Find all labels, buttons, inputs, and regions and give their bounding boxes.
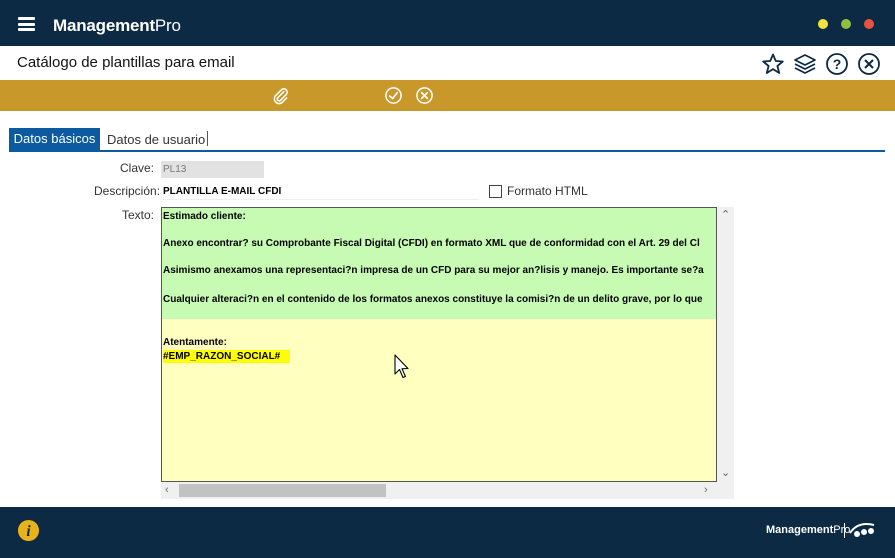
formato-html-checkbox[interactable] <box>489 185 502 198</box>
clave-field: PL13 <box>161 161 264 178</box>
tab-separator <box>207 131 208 146</box>
editor-line: Asimismo anexamos una representaci?n imp… <box>163 265 704 276</box>
footer-brand: ManagementPro <box>766 524 850 536</box>
footer-bar <box>0 507 895 558</box>
maximize-button[interactable] <box>841 19 851 29</box>
scroll-right-icon[interactable]: › <box>704 485 708 496</box>
tab-datos-de-usuario[interactable]: Datos de usuario <box>107 128 205 150</box>
minimize-button[interactable] <box>818 19 828 29</box>
mouse-cursor-icon <box>394 354 409 379</box>
close-window-button[interactable] <box>864 19 874 29</box>
editor-line: Cualquier alteraci?n en el contenido de … <box>163 294 703 305</box>
tab-datos-basicos[interactable]: Datos básicos <box>9 128 100 150</box>
formato-html-label: Formato HTML <box>507 184 588 198</box>
texto-editor[interactable]: Estimado cliente: Anexo encontrar? su Co… <box>161 207 717 482</box>
footer-brand-divider <box>844 523 845 538</box>
layers-icon[interactable] <box>793 52 817 76</box>
editor-line: Atentamente: <box>163 337 227 348</box>
info-icon[interactable]: i <box>17 519 40 542</box>
page-title: Catálogo de plantillas para email <box>17 54 235 71</box>
svg-text:i: i <box>26 523 31 540</box>
clave-label: Clave: <box>119 161 154 175</box>
descripcion-label: Descripción: <box>94 184 161 198</box>
editor-line: Estimado cliente: <box>163 211 246 222</box>
attach-icon[interactable] <box>271 86 290 105</box>
action-toolbar <box>0 80 895 111</box>
hamburger-menu-icon[interactable] <box>18 17 35 31</box>
vertical-scrollbar[interactable] <box>717 207 734 482</box>
brand-bold: Management <box>53 16 155 35</box>
scroll-down-icon[interactable]: ⌄ <box>721 468 730 479</box>
app-brand: ManagementPro <box>53 16 181 36</box>
help-icon[interactable]: ? <box>825 52 849 76</box>
brand-logo-icon <box>849 523 875 537</box>
accept-icon[interactable] <box>384 86 403 105</box>
scroll-up-icon[interactable]: ⌃ <box>721 210 730 221</box>
horizontal-scroll-thumb[interactable] <box>179 484 386 497</box>
cancel-icon[interactable] <box>415 86 434 105</box>
svg-text:?: ? <box>833 56 842 72</box>
close-icon[interactable] <box>857 52 881 76</box>
editor-placeholder-tag: #EMP_RAZON_SOCIAL# <box>163 350 291 363</box>
scroll-left-icon[interactable]: ‹ <box>165 485 169 496</box>
brand-light: Pro <box>154 16 181 35</box>
editor-line: Anexo encontrar? su Comprobante Fiscal D… <box>163 238 700 249</box>
tab-underline <box>9 150 885 152</box>
footer-brand-bold: Management <box>766 524 834 536</box>
descripcion-input[interactable]: PLANTILLA E-MAIL CFDI <box>161 183 479 200</box>
texto-label: Texto: <box>121 208 154 222</box>
star-icon[interactable] <box>761 52 785 76</box>
